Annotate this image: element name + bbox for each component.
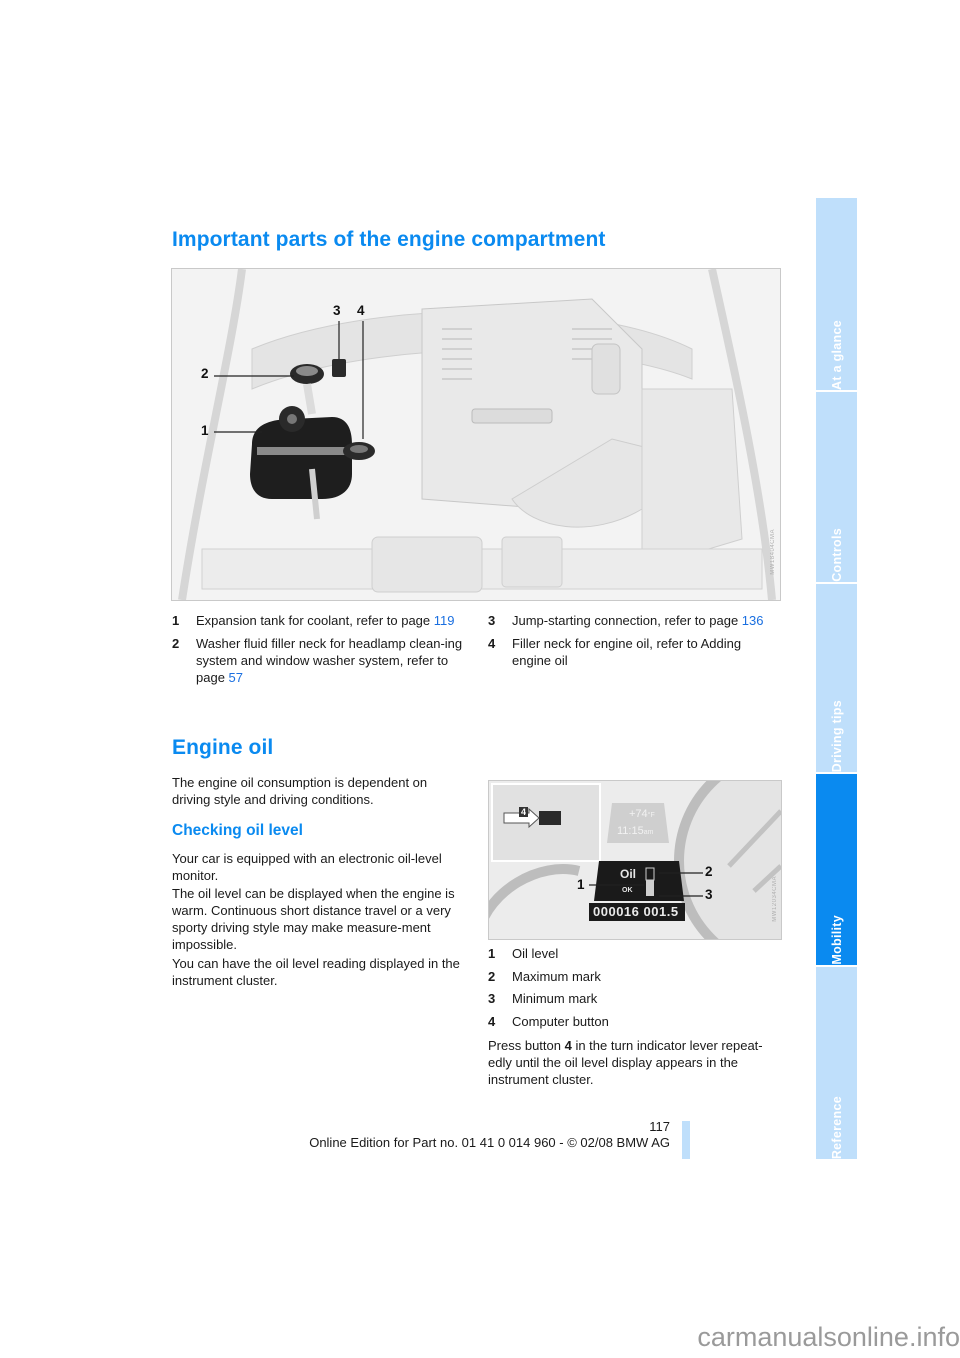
callout-3: 3: [333, 303, 341, 318]
page-link-57[interactable]: 57: [229, 670, 243, 685]
oil-display-legend: 1 Oil level 2 Maximum mark 3 Minimum mark 4…: [488, 945, 788, 1035]
item-text: Maximum mark: [512, 968, 601, 984]
list-item: 2 Washer fluid filler neck for headlamp …: [172, 635, 472, 686]
odometer-readout: 000016 001.5: [593, 904, 679, 919]
section-title-engine-oil: Engine oil: [172, 736, 274, 759]
engine-parts-list-left: 1 Expansion tank for coolant, refer to p…: [172, 612, 472, 692]
watermark: carmanualsonline.info: [697, 1322, 960, 1352]
item-text: Computer button: [512, 1013, 609, 1029]
list-item: 3 Minimum mark: [488, 990, 788, 1007]
list-item: 2 Maximum mark: [488, 968, 788, 985]
item-number: 1: [488, 946, 496, 961]
paragraph: Your car is equipped with an electronic …: [172, 851, 442, 883]
item-number: 4: [488, 1013, 496, 1029]
temperature-unit: °F: [647, 812, 655, 819]
item-number: 1: [172, 613, 180, 628]
callout-2: 2: [201, 366, 209, 381]
tab-label: Controls: [829, 528, 844, 582]
tab-label: Reference: [829, 1095, 844, 1159]
item-number: 4: [488, 636, 496, 651]
temperature-readout: +74°F: [629, 808, 655, 820]
figure-code: MW12034CMA: [772, 876, 778, 922]
item-number: 2: [172, 636, 180, 651]
callout-1: 1: [201, 423, 209, 438]
list-item: 4 Filler neck for engine oil, refer to A…: [488, 635, 778, 669]
item-number: 3: [488, 613, 496, 628]
time-suffix: am: [643, 829, 654, 836]
list-item: 3 Jump-starting connection, refer to pag…: [488, 612, 778, 629]
tab-at-a-glance[interactable]: At a glance: [816, 198, 857, 390]
page-marker: [682, 1121, 690, 1159]
item-text: Expansion tank for coolant, refer to pag…: [196, 613, 434, 628]
paragraph: You can have the oil level reading displ…: [172, 956, 460, 988]
instruction-text: Press button: [488, 1038, 565, 1053]
trip-value: 001.5: [643, 904, 679, 919]
list-item: 1 Expansion tank for coolant, refer to p…: [172, 612, 472, 629]
paragraph: The oil level can be displayed when the …: [172, 886, 455, 952]
temperature-value: +74: [629, 808, 648, 820]
subsection-title-checking-oil-level: Checking oil level: [172, 822, 303, 839]
section-title-engine-compartment: Important parts of the engine compartmen…: [172, 228, 606, 251]
list-item: 4 Computer button: [488, 1013, 788, 1030]
tab-controls[interactable]: Controls: [816, 392, 857, 582]
engine-parts-list-right: 3 Jump-starting connection, refer to pag…: [488, 612, 778, 675]
item-text: Minimum mark: [512, 991, 598, 1006]
callout-3: 3: [705, 887, 713, 902]
time-readout: 11:15am: [617, 825, 653, 837]
edition-footer: Online Edition for Part no. 01 41 0 014 …: [309, 1135, 670, 1150]
item-number: 2: [488, 968, 496, 984]
callout-1: 1: [577, 877, 585, 892]
page-link-136[interactable]: 136: [742, 613, 764, 628]
oil-instruction: Press button 4 in the turn indicator lev…: [488, 1037, 784, 1088]
tab-driving-tips[interactable]: Driving tips: [816, 584, 857, 772]
tab-label: Mobility: [829, 915, 844, 965]
ok-label: OK: [622, 887, 633, 894]
instruction-button-ref: 4: [564, 1038, 572, 1053]
list-item: 1 Oil level: [488, 945, 788, 962]
engine-oil-intro: The engine oil consumption is dependent …: [172, 775, 428, 807]
engine-compartment-figure: 1 2 3 4 MW18404CMA: [171, 268, 781, 601]
tab-mobility[interactable]: Mobility: [816, 774, 857, 965]
page-link-119[interactable]: 119: [434, 613, 455, 628]
tab-label: At a glance: [829, 320, 844, 390]
item-number: 3: [488, 991, 496, 1006]
time-value: 11:15: [617, 825, 644, 837]
oil-label: Oil: [620, 867, 637, 881]
item-text: Filler neck for engine oil, refer to Add…: [512, 636, 742, 668]
odometer-value: 000016: [593, 904, 640, 919]
instrument-cluster-figure: 4 +74°F 11:15am Oil OK 000016 001.5 1 2 …: [488, 780, 782, 940]
item-text: Oil level: [512, 946, 559, 961]
item-text: Jump-starting connection, refer to page: [512, 613, 742, 628]
figure-code: MW18404CMA: [770, 529, 776, 575]
page-number: 117: [649, 1119, 670, 1134]
engine-compartment-illustration: [172, 269, 780, 600]
callout-4: 4: [357, 303, 365, 318]
tab-label: Driving tips: [829, 699, 844, 772]
tab-reference[interactable]: Reference: [816, 967, 857, 1159]
computer-button-label: 4: [519, 807, 529, 817]
callout-2: 2: [705, 864, 713, 879]
